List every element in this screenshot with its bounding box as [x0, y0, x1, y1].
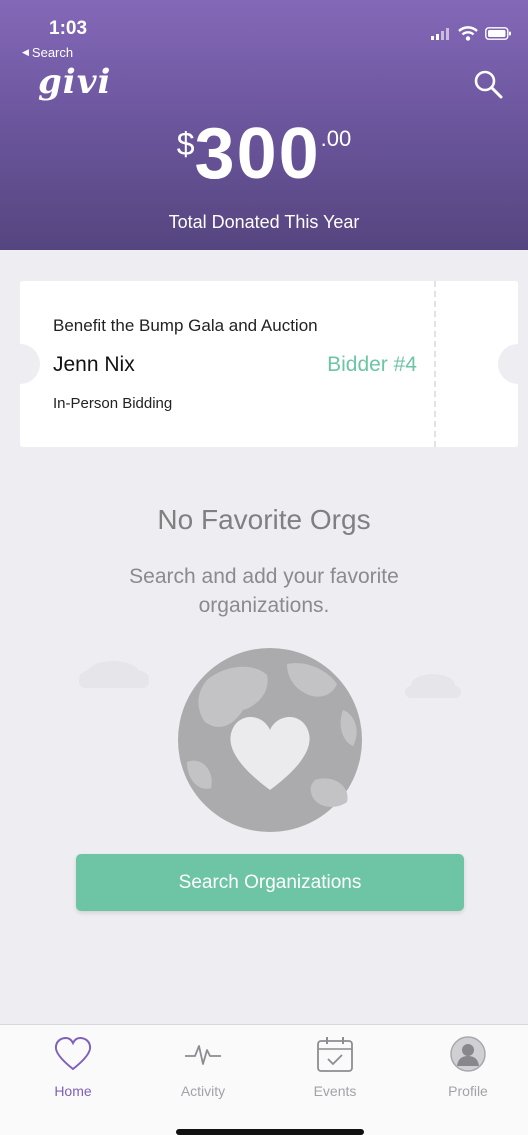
battery-icon: [485, 27, 511, 40]
bidder-name: Jenn Nix: [53, 353, 135, 376]
bidder-number: Bidder #4: [327, 353, 417, 376]
search-icon[interactable]: [472, 68, 506, 102]
amount-currency: $: [176, 126, 195, 162]
pulse-icon: [153, 1035, 253, 1073]
back-to-search-link[interactable]: ◀ Search: [22, 45, 73, 60]
event-ticket-card[interactable]: Benefit the Bump Gala and Auction Jenn N…: [0, 281, 528, 447]
status-time: 1:03: [49, 18, 88, 39]
back-arrow-icon: ◀: [22, 47, 29, 57]
amount-integer: 300: [194, 114, 321, 194]
status-icons: [431, 26, 512, 41]
wifi-icon: [458, 26, 478, 41]
tab-events[interactable]: Events: [285, 1035, 385, 1099]
calendar-icon: [285, 1035, 385, 1073]
givi-logo: givi: [38, 62, 112, 102]
tab-events-label: Events: [313, 1083, 357, 1099]
globe-illustration: [75, 640, 465, 840]
signal-icon: [431, 27, 449, 40]
tab-profile-label: Profile: [448, 1083, 488, 1099]
empty-state-description: Search and add your favorite organizatio…: [129, 565, 399, 617]
tab-profile[interactable]: Profile: [418, 1035, 518, 1099]
tab-activity[interactable]: Activity: [153, 1035, 253, 1099]
home-indicator: [176, 1129, 364, 1135]
tab-home[interactable]: Home: [23, 1035, 123, 1099]
search-organizations-button[interactable]: Search Organizations: [76, 854, 464, 911]
profile-icon: [418, 1035, 518, 1073]
amount-decimal: .00: [320, 126, 352, 151]
ticket-notch-right: [498, 344, 528, 384]
tab-bar: Home Activity Events Profile: [0, 1024, 528, 1135]
tab-home-label: Home: [54, 1083, 92, 1099]
header: 1:03 ◀ Search givi $300.00 Total Donated…: [0, 0, 528, 250]
back-link-label: Search: [31, 45, 74, 60]
ticket-notch-left: [0, 344, 40, 384]
globe-heart-icon: [79, 648, 461, 832]
ticket-perforation: [434, 281, 436, 447]
heart-icon: [23, 1035, 123, 1073]
empty-state-title: No Favorite Orgs: [157, 504, 371, 535]
bidding-type: In-Person Bidding: [53, 395, 173, 412]
event-name: Benefit the Bump Gala and Auction: [53, 316, 318, 335]
donation-total: $300.00: [0, 118, 528, 190]
tab-activity-label: Activity: [180, 1083, 226, 1099]
donation-caption: Total Donated This Year: [168, 212, 360, 232]
